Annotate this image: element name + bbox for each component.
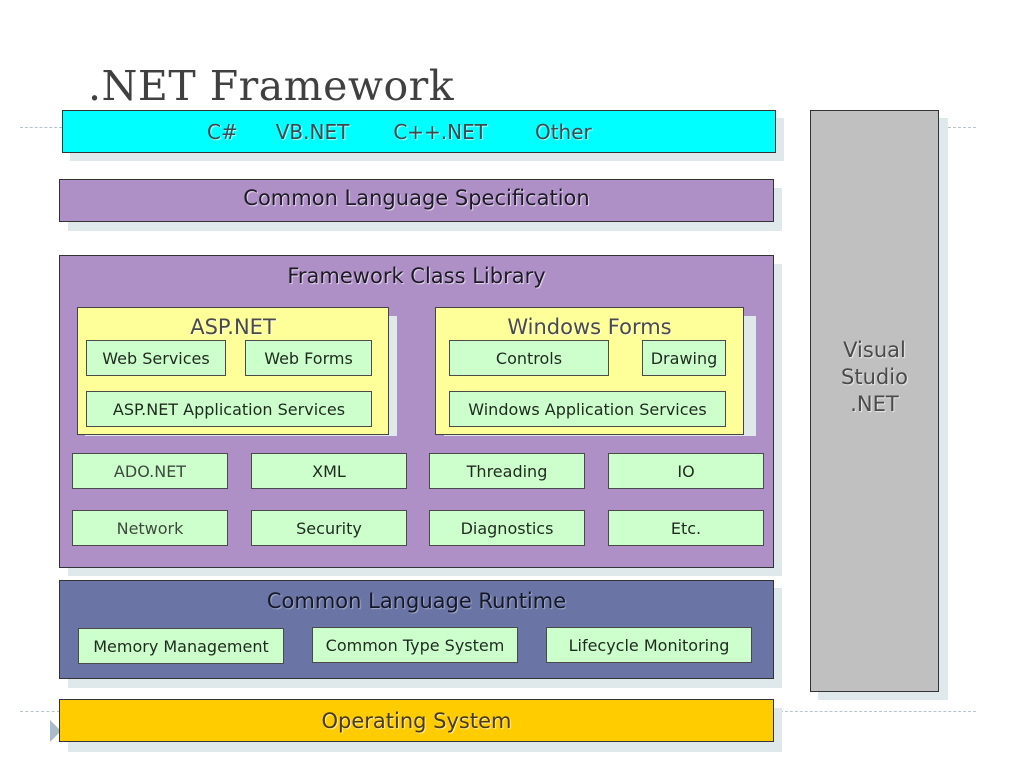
ado-net-box: ADO.NET [72,453,228,489]
os-label: Operating System [321,708,512,733]
network-box: Network [72,510,228,546]
xml-box: XML [251,453,407,489]
guide-line-right-top [948,127,976,128]
visual-studio-net: Visual Studio .NET [810,110,939,692]
guide-line-left-top [20,127,62,128]
drawing-box: Drawing [642,340,726,376]
guide-line-left-bottom [20,711,60,712]
language-vbnet: VB.NET [275,119,350,144]
security-box: Security [251,510,407,546]
controls-box: Controls [449,340,609,376]
windows-forms-title: Windows Forms [507,315,672,339]
fcl-title: Framework Class Library [287,264,546,288]
operating-system: Operating System [59,699,774,742]
framework-class-library: Framework Class Library ASP.NET Web Serv… [59,255,774,568]
common-language-specification: Common Language Specification [59,179,774,222]
common-language-runtime: Common Language Runtime Memory Managemen… [59,580,774,679]
clr-title: Common Language Runtime [266,589,567,613]
aspnet-title: ASP.NET [190,315,276,339]
aspnet-application-services-box: ASP.NET Application Services [86,391,372,427]
etc-box: Etc. [608,510,764,546]
lifecycle-monitoring-box: Lifecycle Monitoring [546,627,752,663]
vs-label: Visual Studio .NET [811,337,938,418]
windows-forms-group: Windows Forms Controls Drawing Windows A… [435,307,744,435]
slide-title: .NET Framework [88,62,455,110]
diagnostics-box: Diagnostics [429,510,585,546]
web-services-box: Web Services [86,340,226,376]
vs-label-line1: Visual [843,338,906,362]
io-box: IO [608,453,764,489]
common-type-system-box: Common Type System [312,627,518,663]
web-forms-box: Web Forms [245,340,372,376]
language-csharp: C# [207,119,238,144]
language-other: Other [534,119,592,144]
vs-label-line3: .NET [850,392,899,416]
guide-line-right-bottom [780,711,976,712]
cls-label: Common Language Specification [243,185,590,210]
threading-box: Threading [429,453,585,489]
aspnet-group: ASP.NET Web Services Web Forms ASP.NET A… [77,307,389,435]
memory-management-box: Memory Management [78,628,284,664]
languages-bar: C# VB.NET C++.NET Other [62,110,776,153]
language-cppnet: C++.NET [393,119,487,144]
vs-label-line2: Studio [841,365,908,389]
windows-application-services-box: Windows Application Services [449,391,726,427]
